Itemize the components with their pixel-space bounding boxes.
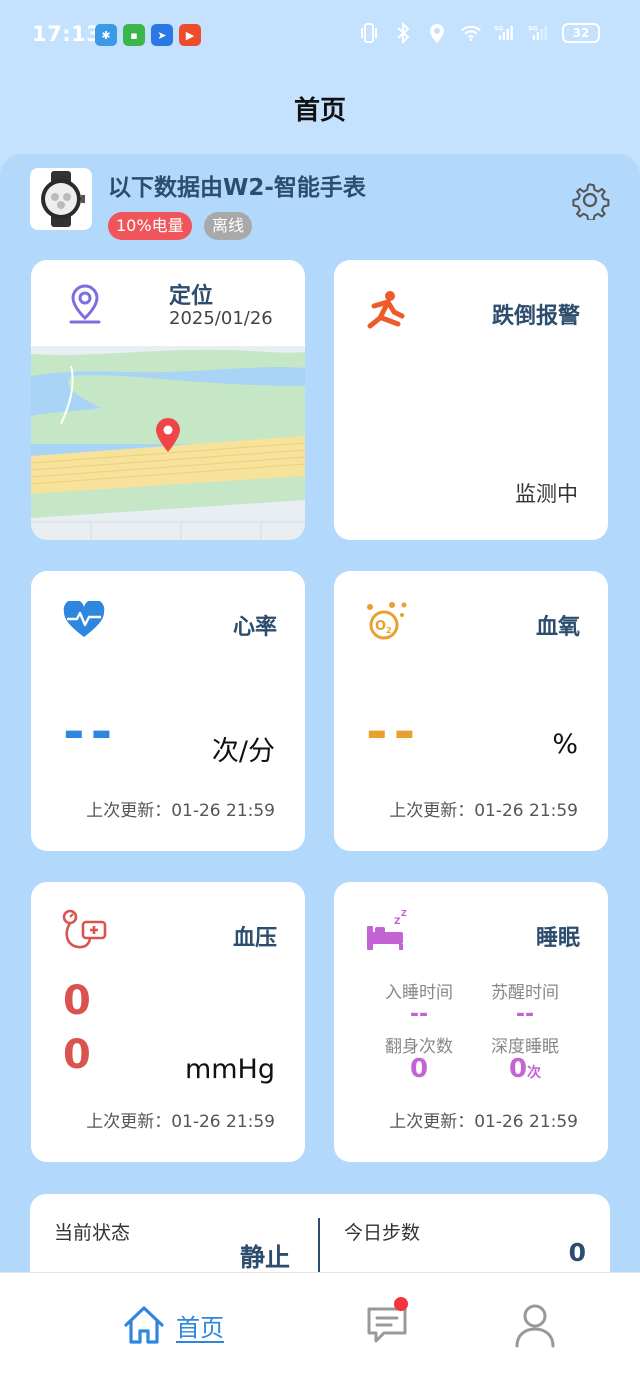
- tab-home-label: 首页: [176, 1313, 224, 1342]
- state-label: 当前状态: [54, 1222, 131, 1244]
- bottom-tab-bar: 首页: [0, 1272, 640, 1373]
- heart-pulse-icon: [63, 601, 105, 637]
- blood-oxygen-value: --: [366, 702, 422, 762]
- location-status-icon: [426, 20, 448, 46]
- location-card[interactable]: 定位 2025/01/26: [31, 260, 305, 540]
- battery-indicator: 32: [562, 23, 600, 43]
- svg-text:5G: 5G: [528, 26, 538, 33]
- page-title: 首页: [293, 96, 346, 126]
- device-name: 以下数据由W2-智能手表: [108, 175, 366, 201]
- fall-alarm-card[interactable]: 跌倒报警 监测中: [334, 260, 608, 540]
- svg-text:2: 2: [386, 626, 392, 635]
- gear-icon[interactable]: [570, 180, 610, 220]
- tab-messages[interactable]: [366, 1297, 408, 1349]
- system-indicators: 5G 5G 32: [358, 20, 600, 46]
- diastolic-value: 0: [63, 1032, 91, 1078]
- user-icon: [515, 1304, 555, 1348]
- heart-rate-card[interactable]: 心率 -- 次/分 上次更新：01-26 21:59: [31, 571, 305, 851]
- app-notification-icon: ✱: [95, 24, 117, 46]
- blood-oxygen-updated: 上次更新：01-26 21:59: [389, 801, 578, 821]
- blood-pressure-unit: mmHg: [184, 1054, 275, 1085]
- location-title: 定位: [169, 284, 214, 309]
- navigation-app-icon: ➤: [151, 24, 173, 46]
- heart-rate-unit: 次/分: [211, 736, 275, 767]
- home-icon: [124, 1306, 164, 1344]
- fall-person-icon: [367, 291, 405, 329]
- svg-text:O: O: [375, 619, 386, 634]
- bluetooth-icon: [392, 20, 414, 46]
- unread-dot: [394, 1297, 408, 1311]
- tab-home[interactable]: 首页: [122, 1301, 224, 1349]
- blood-pressure-updated: 上次更新：01-26 21:59: [86, 1112, 275, 1132]
- heart-rate-value: --: [63, 702, 119, 762]
- location-pin-icon: [69, 284, 101, 324]
- fall-alarm-status: 监测中: [515, 482, 578, 506]
- sleep-bed-icon: Z Z: [367, 909, 407, 950]
- watch-icon: [41, 171, 85, 227]
- location-map[interactable]: [31, 346, 305, 540]
- deep-sleep-value: 0次: [470, 1054, 580, 1084]
- blood-pressure-card[interactable]: 血压 0 0 mmHg 上次更新：01-26 21:59: [31, 882, 305, 1162]
- fall-asleep-label: 入睡时间: [385, 983, 453, 1003]
- offline-badge: 离线: [204, 212, 253, 240]
- blood-pressure-title: 血压: [232, 926, 277, 951]
- svg-text:Z: Z: [394, 917, 401, 927]
- blood-oxygen-card[interactable]: O 2 血氧 -- % 上次更新：01-26 21:59: [334, 571, 608, 851]
- fall-asleep-value: --: [409, 1002, 429, 1027]
- vibrate-icon: [358, 20, 380, 46]
- notification-icons: ✱ ▪ ➤ ▶: [95, 24, 201, 46]
- svg-text:Z: Z: [401, 909, 407, 918]
- oxygen-icon: O 2: [367, 602, 407, 640]
- tab-profile[interactable]: [514, 1301, 556, 1349]
- video-app-icon: ▶: [179, 24, 201, 46]
- deep-sleep-number: 0: [508, 1054, 528, 1084]
- main-content: 以下数据由W2-智能手表 10%电量 离线 定位 2025/01/26 跌倒报警…: [0, 154, 640, 1294]
- device-header: 以下数据由W2-智能手表 10%电量 离线: [30, 166, 610, 240]
- sleep-card[interactable]: Z Z 睡眠 入睡时间 苏醒时间 -- -- 翻身次数 深度睡眠 0 0次 上次…: [334, 882, 608, 1162]
- steps-value: 0: [568, 1238, 586, 1267]
- wake-value: --: [515, 1002, 535, 1027]
- status-divider: [318, 1218, 320, 1272]
- battery-badge: 10%电量: [108, 212, 192, 240]
- blood-oxygen-unit: %: [552, 729, 578, 760]
- wake-label: 苏醒时间: [491, 983, 559, 1003]
- location-date: 2025/01/26: [169, 308, 273, 329]
- svg-text:5G: 5G: [494, 26, 504, 33]
- steps-label: 今日步数: [344, 1222, 421, 1244]
- sleep-title: 睡眠: [535, 926, 580, 951]
- heart-rate-updated: 上次更新：01-26 21:59: [86, 801, 275, 821]
- wifi-icon: [460, 20, 482, 46]
- signal-5g-icon-2: 5G: [528, 20, 550, 46]
- systolic-value: 0: [63, 978, 91, 1024]
- blood-oxygen-title: 血氧: [535, 615, 580, 640]
- heart-rate-title: 心率: [232, 615, 277, 640]
- deep-sleep-unit: 次: [527, 1065, 542, 1081]
- blood-pressure-icon: [62, 909, 107, 949]
- turns-value: 0: [409, 1054, 429, 1084]
- status-time: 17:13: [32, 22, 102, 46]
- sleep-updated: 上次更新：01-26 21:59: [389, 1112, 578, 1132]
- message-app-icon: ▪: [123, 24, 145, 46]
- status-bar: 17:13 ✱ ▪ ➤ ▶ 5G 5G 32: [0, 0, 640, 70]
- state-value: 静止: [240, 1243, 291, 1272]
- watch-thumbnail[interactable]: [30, 168, 92, 230]
- signal-5g-icon: 5G: [494, 20, 516, 46]
- fall-alarm-title: 跌倒报警: [491, 304, 580, 329]
